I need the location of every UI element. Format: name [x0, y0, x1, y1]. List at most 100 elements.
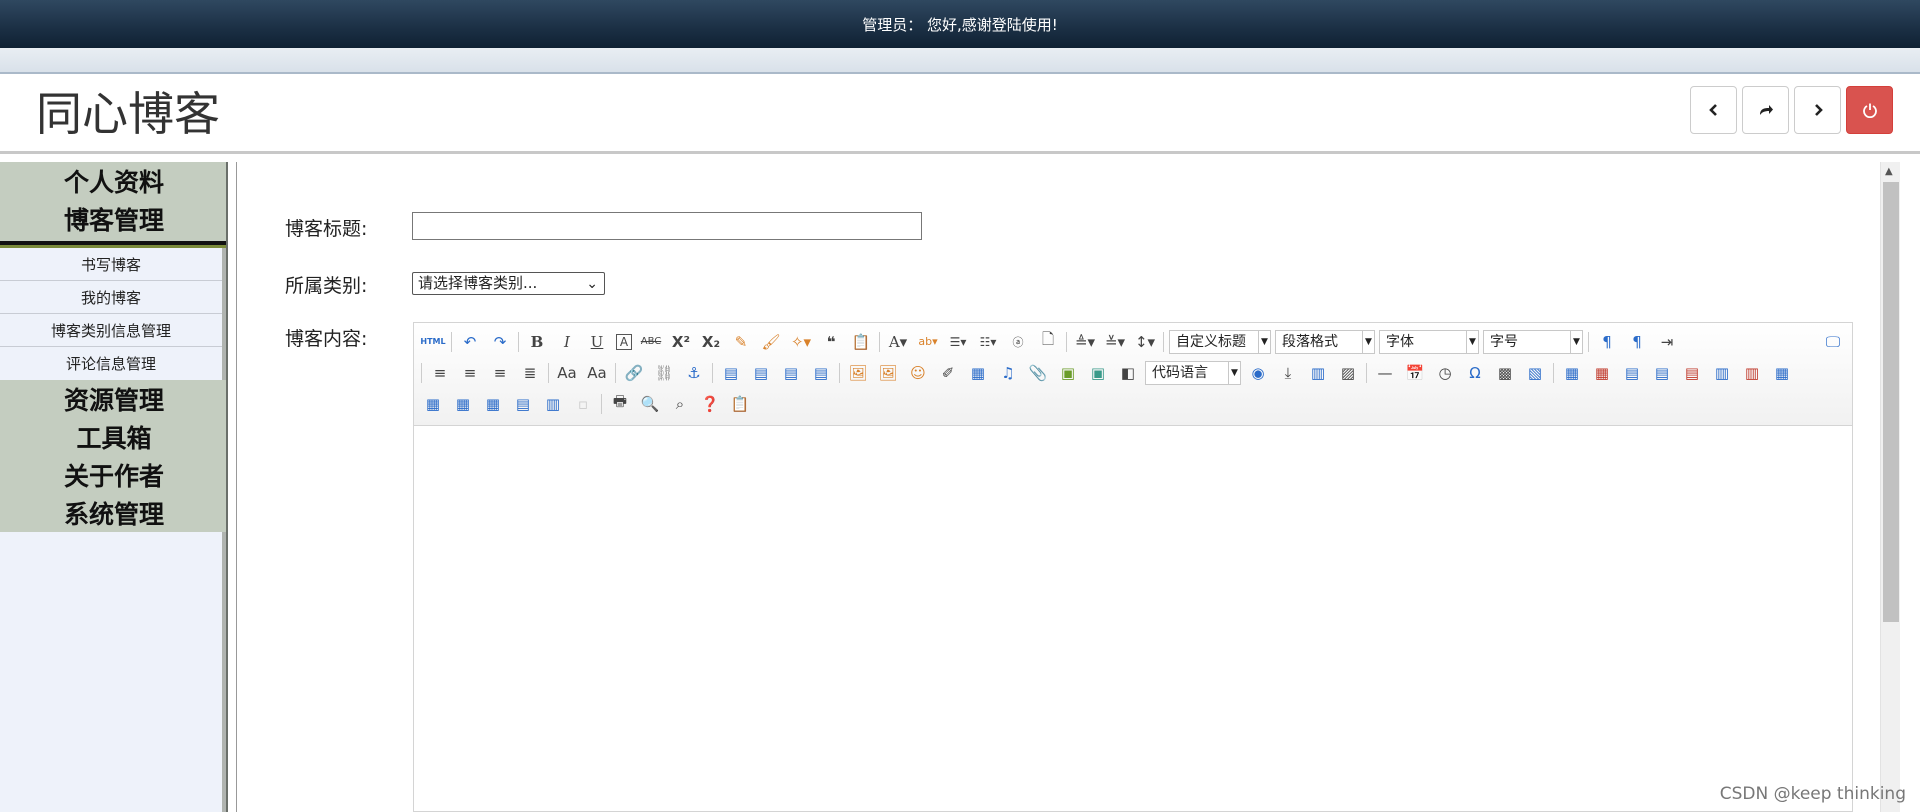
font-border-icon[interactable]: A — [616, 333, 632, 350]
row-spacing-bottom-icon[interactable]: ≚▾ — [1104, 331, 1126, 353]
sidebar-group-label[interactable]: 博客管理 — [0, 200, 228, 238]
split-cols-icon[interactable]: ▥ — [542, 393, 564, 415]
paragraph-format-dropdown[interactable]: 段落格式 ▼ — [1275, 329, 1375, 354]
split-cells-icon[interactable]: ▦ — [482, 393, 504, 415]
search-icon[interactable]: ⌕ — [669, 393, 691, 415]
editor-content-area[interactable] — [414, 426, 1852, 811]
insert-row-icon[interactable]: ▤ — [1651, 362, 1673, 384]
page-scrollbar[interactable]: ▲ — [1880, 162, 1900, 812]
image-right-icon[interactable]: ▤ — [780, 362, 802, 384]
underline-icon[interactable]: U — [586, 331, 608, 353]
word-image-icon[interactable]: ▩ — [1494, 362, 1516, 384]
delete-row-icon[interactable]: ▤ — [1681, 362, 1703, 384]
scroll-up-icon[interactable]: ▲ — [1885, 166, 1893, 177]
subscript-icon[interactable]: X₂ — [700, 331, 722, 353]
print-icon[interactable]: 🖶 — [609, 392, 631, 415]
paste-text-icon[interactable]: 📋 — [850, 331, 872, 353]
align-justify-icon[interactable]: ≣ — [519, 362, 541, 384]
attachment-icon[interactable]: 📎 — [1027, 362, 1049, 384]
font-color-icon[interactable]: A▾ — [887, 331, 909, 353]
bold-icon[interactable]: B — [526, 331, 548, 353]
image-none-icon[interactable]: ▤ — [720, 362, 742, 384]
format-brush-icon[interactable]: 🖌 — [760, 331, 782, 353]
chart-icon[interactable]: ▫ — [572, 393, 594, 415]
ltr-direction-icon[interactable]: ¶ — [1596, 331, 1618, 353]
code-language-dropdown[interactable]: 代码语言 ▼ — [1145, 360, 1241, 385]
anchor-icon[interactable]: ⚓ — [683, 362, 705, 384]
blockquote-icon[interactable]: ❝ — [820, 331, 842, 353]
next-button[interactable] — [1794, 86, 1841, 134]
map-icon[interactable]: ▣ — [1057, 362, 1079, 384]
delete-col-icon[interactable]: ▥ — [1741, 362, 1763, 384]
gmap-icon[interactable]: ▣ — [1087, 362, 1109, 384]
template-icon[interactable]: ▥ — [1307, 362, 1329, 384]
merge-down-icon[interactable]: ▦ — [452, 393, 474, 415]
image-left-icon[interactable]: ▤ — [750, 362, 772, 384]
forward-share-button[interactable] — [1742, 86, 1789, 134]
insert-frame-icon[interactable]: ◧ — [1117, 362, 1139, 384]
background-icon[interactable]: ▨ — [1337, 362, 1359, 384]
indent-icon[interactable]: ⇥ — [1656, 331, 1678, 353]
special-chars-icon[interactable]: Ω — [1464, 362, 1486, 384]
insert-image-icon[interactable]: 🖼 — [877, 362, 899, 384]
logout-button[interactable] — [1846, 86, 1893, 134]
sidebar-item-write-blog[interactable]: 书写博客 — [0, 248, 222, 281]
split-rows-icon[interactable]: ▤ — [512, 393, 534, 415]
html-source-icon[interactable]: HTML — [420, 331, 445, 353]
lowercase-icon[interactable]: Aa — [586, 362, 608, 384]
insert-col-icon[interactable]: ▥ — [1711, 362, 1733, 384]
strikethrough-icon[interactable]: ABC — [640, 331, 662, 353]
time-icon[interactable]: ◷ — [1434, 362, 1456, 384]
align-left-icon[interactable]: ≡ — [429, 362, 451, 384]
unordered-list-icon[interactable]: ☷▾ — [977, 331, 999, 353]
sidebar-group-system[interactable]: 系统管理 — [0, 494, 228, 532]
drafts-icon[interactable]: 📋 — [729, 393, 751, 415]
insert-video-icon[interactable]: ▦ — [967, 362, 989, 384]
sidebar-group-about[interactable]: 关于作者 — [0, 456, 228, 494]
align-center-icon[interactable]: ≡ — [459, 362, 481, 384]
uppercase-icon[interactable]: Aa — [556, 362, 578, 384]
rtl-direction-icon[interactable]: ¶ — [1626, 331, 1648, 353]
font-size-dropdown[interactable]: 字号 ▼ — [1483, 329, 1583, 354]
horizontal-rule-icon[interactable]: — — [1374, 362, 1396, 384]
page-break-icon[interactable]: ⤓ — [1277, 362, 1299, 384]
fullscreen-icon[interactable]: 🖵 — [1822, 331, 1844, 353]
preview-icon[interactable]: 🔍 — [639, 393, 661, 415]
link-icon[interactable]: 🔗 — [623, 362, 645, 384]
sidebar-item-category-manage[interactable]: 博客类别信息管理 — [0, 314, 222, 347]
line-height-icon[interactable]: ↕▾ — [1134, 331, 1156, 353]
search-replace-icon[interactable]: ▧ — [1524, 362, 1546, 384]
emotion-icon[interactable]: ☺ — [907, 362, 929, 384]
redo-icon[interactable]: ↷ — [489, 331, 511, 353]
align-right-icon[interactable]: ≡ — [489, 362, 511, 384]
sidebar-group-label[interactable]: 资源管理 — [0, 380, 228, 418]
superscript-icon[interactable]: X² — [670, 331, 692, 353]
merge-cells-icon[interactable]: ▦ — [1771, 362, 1793, 384]
sidebar-group-resources[interactable]: 资源管理 工具箱 关于作者 系统管理 — [0, 380, 228, 532]
highlight-icon[interactable]: ab▾ — [917, 331, 939, 353]
scrawl-icon[interactable]: ✐ — [937, 362, 959, 384]
date-icon[interactable]: 📅 — [1404, 362, 1426, 384]
category-select[interactable]: 请选择博客类别... ⌄ — [412, 272, 605, 295]
select-all-icon[interactable]: ⓐ — [1007, 331, 1029, 353]
eraser-icon[interactable]: ✎ — [730, 331, 752, 353]
font-family-dropdown[interactable]: 字体 ▼ — [1379, 329, 1479, 354]
auto-format-icon[interactable]: ✧▾ — [790, 331, 812, 353]
simple-upload-icon[interactable]: 🖼 — [847, 362, 869, 384]
custom-heading-dropdown[interactable]: 自定义标题 ▼ — [1169, 329, 1271, 354]
back-button[interactable] — [1690, 86, 1737, 134]
ordered-list-icon[interactable]: ☰▾ — [947, 331, 969, 353]
italic-icon[interactable]: I — [556, 331, 578, 353]
clear-doc-icon[interactable]: 🗋 — [1037, 330, 1059, 353]
insert-code-icon[interactable]: ◉ — [1247, 362, 1269, 384]
help-icon[interactable]: ❓ — [699, 393, 721, 415]
blog-title-input[interactable] — [412, 212, 922, 240]
sidebar-group-toolbox[interactable]: 工具箱 — [0, 418, 228, 456]
unlink-icon[interactable]: ⛓ — [653, 362, 675, 384]
sidebar-group-blog[interactable]: 博客管理 — [0, 200, 228, 248]
sidebar-item-comment-manage[interactable]: 评论信息管理 — [0, 347, 222, 380]
sidebar-item-my-blog[interactable]: 我的博客 — [0, 281, 222, 314]
row-spacing-top-icon[interactable]: ≜▾ — [1074, 331, 1096, 353]
music-icon[interactable]: ♫ — [997, 362, 1019, 384]
insert-paragraph-before-table-icon[interactable]: ▤ — [1621, 362, 1643, 384]
